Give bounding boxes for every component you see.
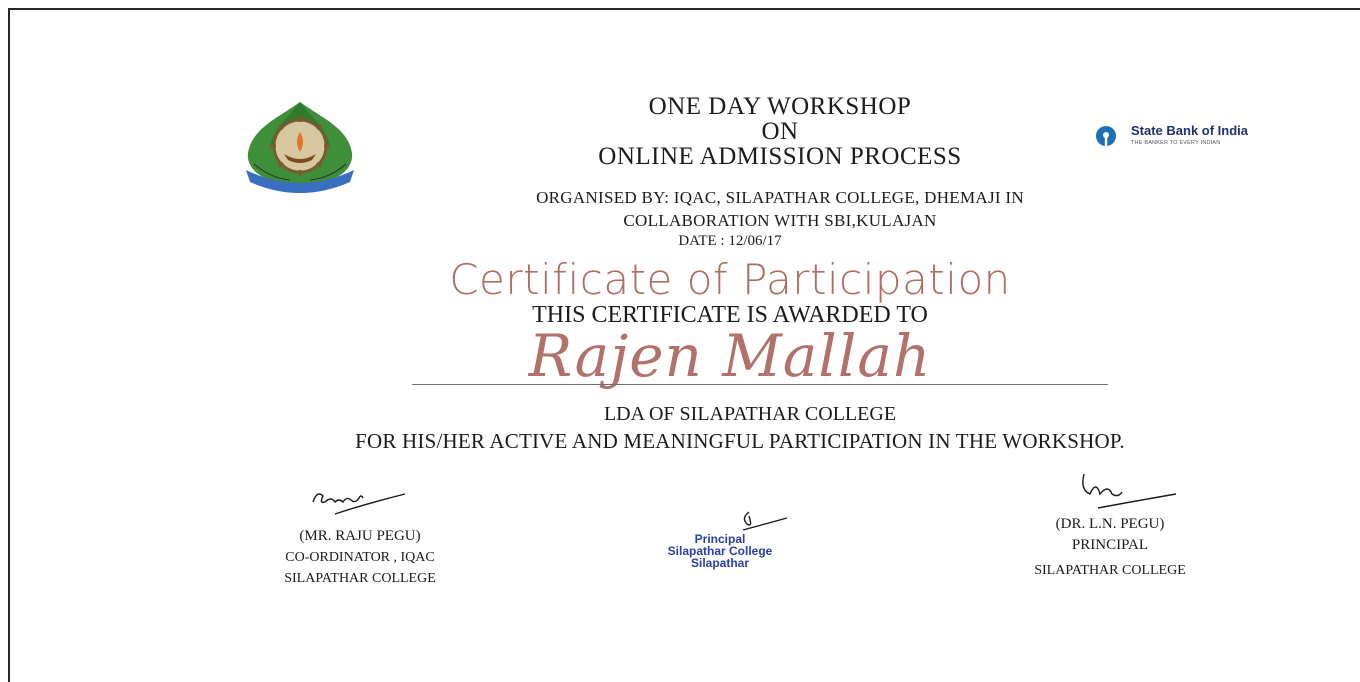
recipient-designation: LDA OF SILAPATHAR COLLEGE (603, 403, 897, 425)
principal-role: PRINCIPAL (1071, 537, 1149, 553)
recipient-name: Rajen Mallah (528, 322, 932, 390)
participation-statement: FOR HIS/HER ACTIVE AND MEANINGFUL PARTIC… (355, 429, 1125, 453)
coordinator-org: SILAPATHAR COLLEGE (284, 571, 436, 586)
workshop-title-line3: ONLINE ADMISSION PROCESS (598, 143, 962, 170)
coordinator-role: CO-ORDINATOR , IQAC (285, 550, 435, 565)
coordinator-signatory: (MR. RAJU PEGU) CO-ORDINATOR , IQAC SILA… (255, 526, 465, 589)
principal-name: (DR. L.N. PEGU) (1055, 516, 1165, 532)
sbi-name: State Bank of India (1131, 123, 1249, 138)
organiser-line1: ORGANISED BY: IQAC, SILAPATHAR COLLEGE, … (536, 188, 1024, 207)
workshop-date: DATE : 12/06/17 (678, 233, 782, 249)
workshop-title-line1: ONE DAY WORKSHOP (648, 93, 912, 120)
principal-signatory: (DR. L.N. PEGU) PRINCIPAL SILAPATHAR COL… (1005, 514, 1215, 581)
certificate-title: Certificate of Participation (449, 255, 1011, 304)
stamp-line3: Silapathar (690, 556, 750, 570)
coordinator-signature (312, 493, 406, 515)
principal-org: SILAPATHAR COLLEGE (1034, 563, 1186, 578)
coordinator-name: (MR. RAJU PEGU) (299, 528, 421, 544)
sbi-tagline: THE BANKER TO EVERY INDIAN (1131, 140, 1221, 146)
principal-signature (1082, 473, 1177, 509)
principal-stamp-signature (742, 511, 788, 531)
name-underline (412, 384, 1108, 385)
college-logo (240, 98, 360, 193)
organiser-line2: COLLABORATION WITH SBI,KULAJAN (623, 211, 937, 230)
principal-stamp: Principal Silapathar College Silapathar (630, 533, 810, 569)
workshop-title-line2: ON (761, 118, 799, 145)
